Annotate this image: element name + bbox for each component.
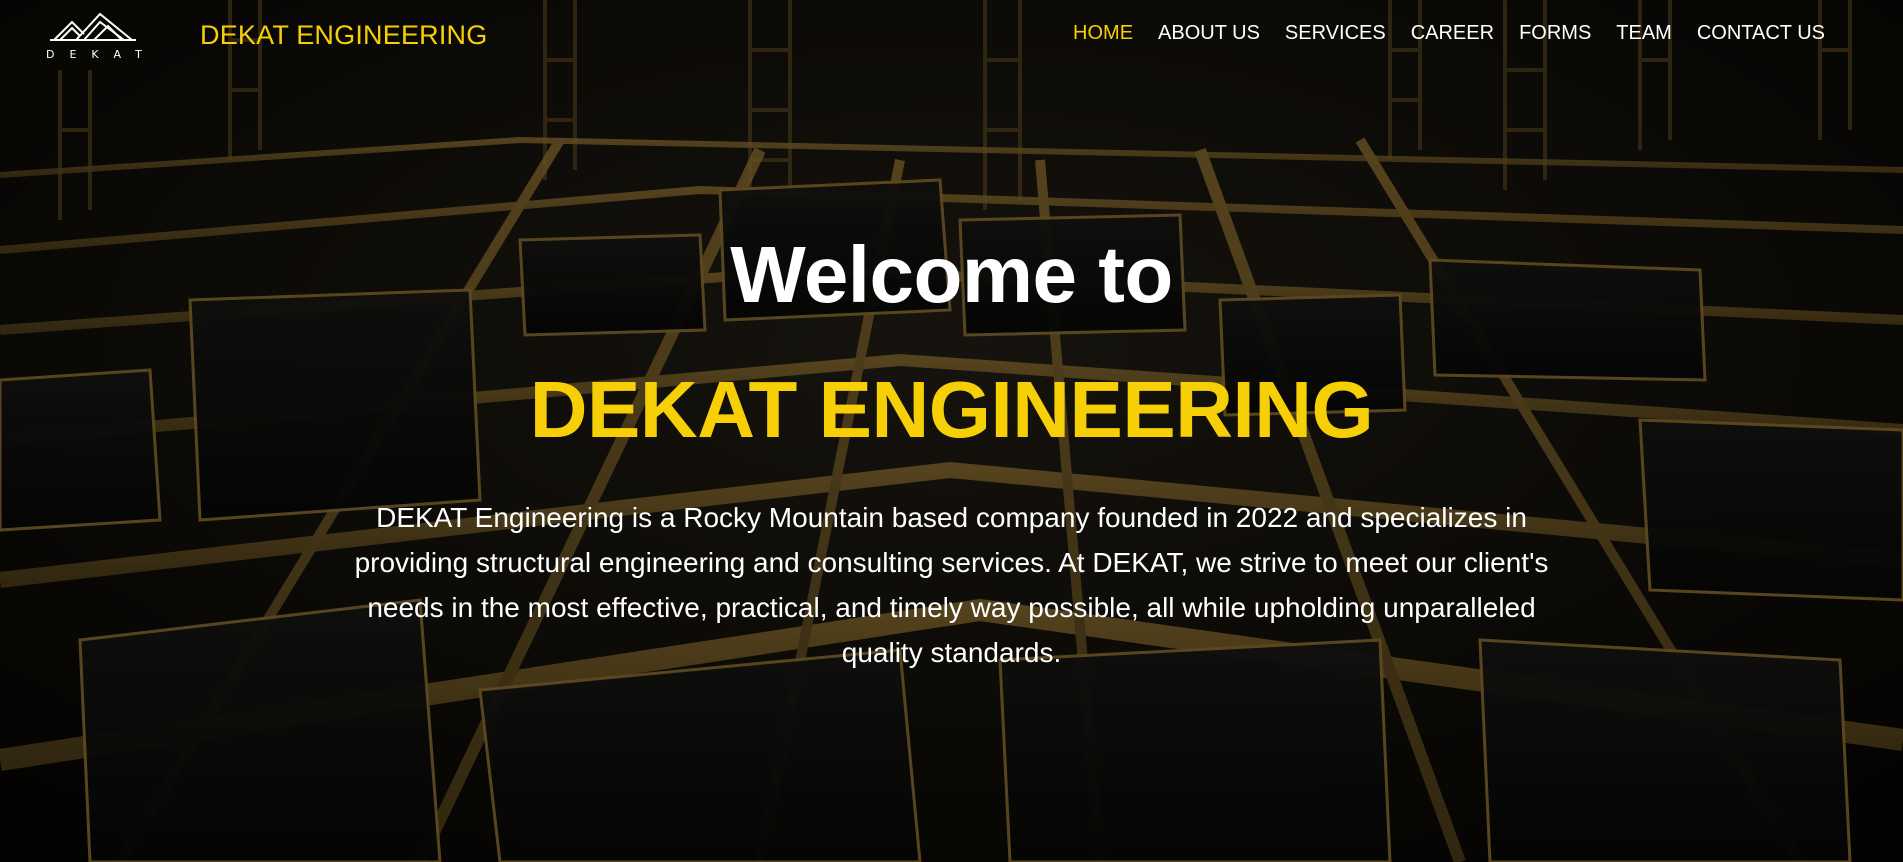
navbar: DEKAT DEKAT ENGINEERING HOME ABOUT US SE… xyxy=(0,0,1903,70)
hero-welcome-heading: Welcome to xyxy=(730,230,1173,319)
hero-description: DEKAT Engineering is a Rocky Mountain ba… xyxy=(354,502,1549,668)
page: DEKAT DEKAT ENGINEERING HOME ABOUT US SE… xyxy=(0,0,1903,862)
nav-item-career[interactable]: CAREER xyxy=(1411,22,1494,45)
nav-item-forms[interactable]: FORMS xyxy=(1519,22,1591,45)
nav-item-services[interactable]: SERVICES xyxy=(1285,22,1386,45)
hero-content: Welcome to DEKAT ENGINEERING DEKAT Engin… xyxy=(0,225,1903,675)
brand-name[interactable]: DEKAT ENGINEERING xyxy=(200,20,487,51)
dekat-logo[interactable]: DEKAT xyxy=(40,10,152,62)
hero-company-title: DEKAT ENGINEERING xyxy=(529,365,1374,454)
nav-item-contact-us[interactable]: CONTACT US xyxy=(1697,22,1825,45)
nav-item-team[interactable]: TEAM xyxy=(1616,22,1672,45)
nav-item-about-us[interactable]: ABOUT US xyxy=(1158,22,1260,45)
nav-menu: HOME ABOUT US SERVICES CAREER FORMS TEAM… xyxy=(1073,22,1825,45)
nav-item-home[interactable]: HOME xyxy=(1073,22,1133,45)
logo-text: DEKAT xyxy=(46,48,152,61)
